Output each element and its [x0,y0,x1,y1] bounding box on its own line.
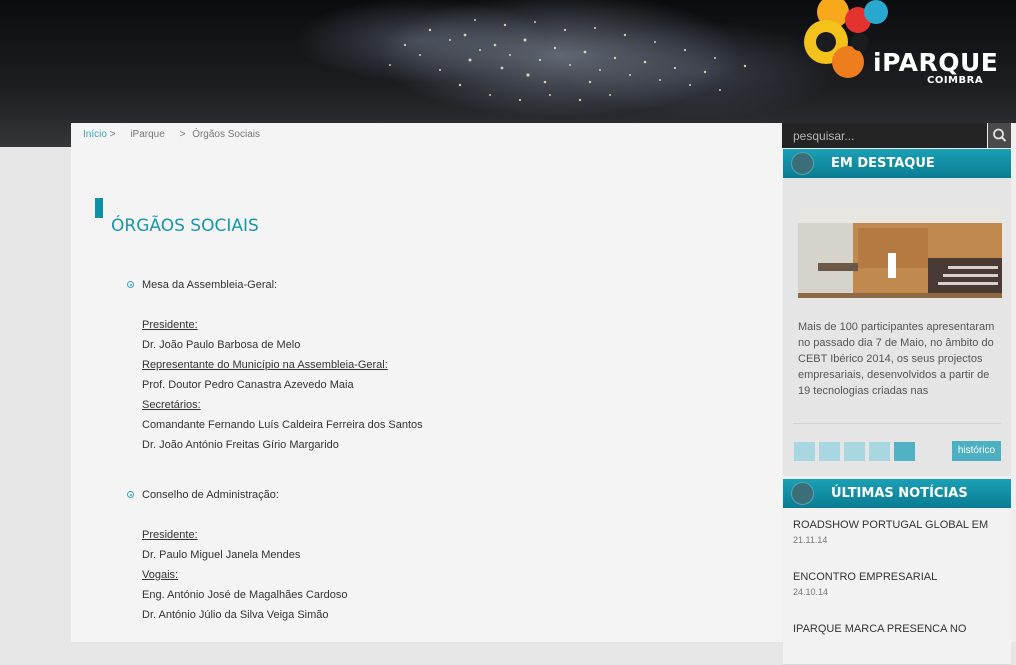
role-label: Secretários: [142,399,201,411]
main-content: Início > iParque > Órgãos Sociais ÓRGÃOS… [71,123,782,642]
news-title: ÚLTIMAS NOTÍCIAS [831,486,968,501]
member-name: Dr. Paulo Miguel Janela Mendes [142,549,301,561]
pager-button-4[interactable] [869,442,890,461]
news-item-date: 21.11.14 [793,535,828,545]
section-lines: Presidente: Dr. Paulo Miguel Janela Mend… [142,529,347,629]
search-button[interactable] [988,123,1011,148]
pager-button-2[interactable] [819,442,840,461]
role-label: Representante do Município na Assembleia… [142,359,388,371]
history-button[interactable]: histórico [952,441,1001,461]
destaque-panel: Mais de 100 participantes apresentaram n… [783,178,1011,476]
divider [793,423,1001,424]
news-item[interactable]: ENCONTRO EMPRESARIAL 24.10.14 [783,560,1011,613]
breadcrumb-separator: > [109,129,116,140]
news-item[interactable]: ROADSHOW PORTUGAL GLOBAL EM 21.11.14 [783,508,1011,561]
destaque-title: EM DESTAQUE [831,156,935,171]
member-name: Dr. João António Freitas Gírio Margarido [142,439,339,451]
news-item-title[interactable]: IPARQUE MARCA PRESENCA NO [793,623,966,635]
news-item-date: 24.10.14 [793,587,829,597]
member-name: Dr. António Júlio da Silva Veiga Simão [142,609,329,621]
news-item[interactable]: IPARQUE MARCA PRESENCA NO [783,612,1011,665]
sidebar: pesquisar... EM DESTAQUE Mais de 100 par… [782,123,1016,665]
pager-button-5[interactable] [894,442,915,461]
search-icon [993,128,1007,142]
breadcrumb-home-link[interactable]: Início [83,129,107,140]
globe-icon [791,482,814,505]
destaque-header: EM DESTAQUE [783,149,1011,178]
pager-button-3[interactable] [844,442,865,461]
title-accent-mark [95,198,103,218]
section-heading: Conselho de Administração: [142,489,279,501]
breadcrumb-separator: > [179,129,186,140]
news-item-title[interactable]: ROADSHOW PORTUGAL GLOBAL EM [793,519,988,531]
role-label: Presidente: [142,529,198,541]
breadcrumb-current: Órgãos Sociais [192,129,260,140]
section-lines: Presidente: Dr. João Paulo Barbosa de Me… [142,319,423,459]
night-map-image [389,19,747,102]
breadcrumb: Início > iParque > Órgãos Sociais [83,129,264,140]
destaque-text: Mais de 100 participantes apresentaram n… [798,321,995,397]
news-header: ÚLTIMAS NOTÍCIAS [783,479,1011,508]
logo-name: iPARQUE [873,48,999,77]
section-heading: Mesa da Assembleia-Geral: [142,279,278,291]
member-name: Prof. Doutor Pedro Canastra Azevedo Maia [142,379,354,391]
role-label: Vogais: [142,569,179,581]
news-item-title[interactable]: ENCONTRO EMPRESARIAL [793,571,937,583]
member-name: Eng. António José de Magalhães Cardoso [142,589,348,601]
search-input[interactable]: pesquisar... [782,123,987,148]
member-name: Dr. João Paulo Barbosa de Melo [142,339,301,351]
featured-photo[interactable] [798,208,1002,298]
breadcrumb-parent-link[interactable]: iParque [130,129,164,140]
bullet-icon [127,281,134,288]
logo-city: COIMBRA [927,75,984,86]
role-label: Presidente: [142,319,198,331]
page-title: ÓRGÃOS SOCIAIS [111,216,259,236]
member-name: Comandante Fernando Luís Caldeira Ferrei… [142,419,423,431]
bullet-icon [127,491,134,498]
globe-icon [791,152,814,175]
pager-button-1[interactable] [794,442,815,461]
